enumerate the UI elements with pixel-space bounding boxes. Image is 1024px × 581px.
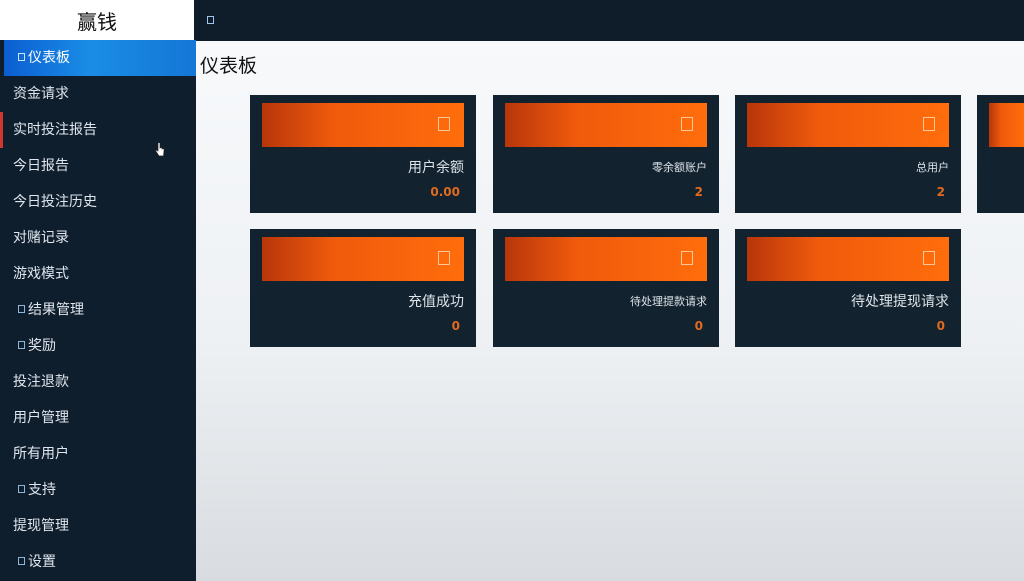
card-value: 0 (451, 319, 460, 333)
brand-logo[interactable]: 赢钱 (0, 0, 194, 40)
sidebar-item-today-bet-history[interactable]: 今日投注历史 (0, 184, 196, 220)
sidebar-item-label: 设置 (28, 554, 56, 570)
sidebar-nav: 仪表板 资金请求 实时投注报告 今日报告 今日投注历史 对赌记录 游戏模式 结果… (0, 40, 196, 580)
card-header (262, 103, 464, 147)
sidebar-item-label: 游戏模式 (13, 266, 69, 282)
square-icon (923, 251, 935, 265)
sidebar-item-game-modes[interactable]: 游戏模式 (0, 256, 196, 292)
sidebar-item-label: 对赌记录 (13, 230, 69, 246)
stat-card-zero-balance-accounts: 零余额账户 2 (493, 95, 719, 213)
card-label: 用户余额 (408, 160, 464, 176)
square-icon (18, 53, 25, 61)
sidebar-item-withdrawal-management[interactable]: 提现管理 (0, 508, 196, 544)
square-icon (438, 251, 450, 265)
menu-toggle-icon[interactable] (207, 16, 214, 24)
sidebar-item-label: 奖励 (28, 338, 56, 354)
card-value: 2 (694, 185, 703, 199)
sidebar-item-settings[interactable]: 设置 (0, 544, 196, 580)
sidebar-item-match-records[interactable]: 对赌记录 (0, 220, 196, 256)
sidebar-item-label: 支持 (28, 482, 56, 498)
square-icon (18, 341, 25, 349)
sidebar-item-label: 仪表板 (28, 50, 70, 66)
stat-card-pending-cashout-requests: 待处理提现请求 0 (735, 229, 961, 347)
card-label: 零余额账户 (652, 161, 707, 174)
sidebar-item-bet-refunds[interactable]: 投注退款 (0, 364, 196, 400)
stat-card-recharge-success: 充值成功 0 (250, 229, 476, 347)
card-header (505, 237, 707, 281)
square-icon (438, 117, 450, 131)
square-icon (923, 117, 935, 131)
sidebar-item-label: 提现管理 (13, 518, 69, 534)
hand-cursor-icon (155, 142, 165, 157)
square-icon (18, 485, 25, 493)
stat-card-total-users: 总用户 2 (735, 95, 961, 213)
card-label: 充值成功 (408, 294, 464, 310)
card-header (747, 103, 949, 147)
card-value: 0.00 (430, 185, 460, 199)
sidebar-item-label: 投注退款 (13, 374, 69, 390)
card-header (989, 103, 1024, 147)
card-label: 待处理提款请求 (630, 295, 707, 308)
page-title: 仪表板 (200, 55, 258, 77)
sidebar-item-label: 实时投注报告 (13, 122, 97, 138)
sidebar-item-label: 结果管理 (28, 302, 84, 318)
sidebar-item-label: 资金请求 (13, 86, 69, 102)
sidebar-item-support[interactable]: 支持 (0, 472, 196, 508)
sidebar-item-rewards[interactable]: 奖励 (0, 328, 196, 364)
square-icon (681, 117, 693, 131)
sidebar-item-user-management[interactable]: 用户管理 (0, 400, 196, 436)
sidebar-item-label: 今日投注历史 (13, 194, 97, 210)
square-icon (18, 557, 25, 565)
sidebar-item-label: 今日报告 (13, 158, 69, 174)
sidebar: 赢钱 仪表板 资金请求 实时投注报告 今日报告 今日投注历史 对赌记录 游戏模式… (0, 0, 196, 581)
sidebar-item-dashboard[interactable]: 仪表板 (4, 40, 196, 76)
card-header (747, 237, 949, 281)
sidebar-item-label: 所有用户 (13, 446, 69, 462)
card-label: 总用户 (916, 161, 949, 174)
card-header (262, 237, 464, 281)
square-icon (681, 251, 693, 265)
main-content: 仪表板 用户余额 0.00 零余额账户 2 总用户 2 充值成功 0 待处理提款… (196, 41, 1024, 581)
top-bar (196, 0, 1024, 41)
card-header (505, 103, 707, 147)
stat-card-user-balance: 用户余额 0.00 (250, 95, 476, 213)
sidebar-item-today-report[interactable]: 今日报告 (0, 148, 196, 184)
sidebar-item-label: 用户管理 (13, 410, 69, 426)
card-value: 2 (936, 185, 945, 199)
stat-card-pending-withdrawal-requests: 待处理提款请求 0 (493, 229, 719, 347)
sidebar-item-result-management[interactable]: 结果管理 (0, 292, 196, 328)
card-value: 0 (694, 319, 703, 333)
card-value: 0 (936, 319, 945, 333)
sidebar-item-fund-requests[interactable]: 资金请求 (0, 76, 196, 112)
square-icon (18, 305, 25, 313)
card-label: 待处理提现请求 (851, 294, 949, 310)
sidebar-item-all-users[interactable]: 所有用户 (0, 436, 196, 472)
sidebar-item-live-bet-report[interactable]: 实时投注报告 (0, 112, 196, 148)
stat-card-partial (977, 95, 1024, 213)
